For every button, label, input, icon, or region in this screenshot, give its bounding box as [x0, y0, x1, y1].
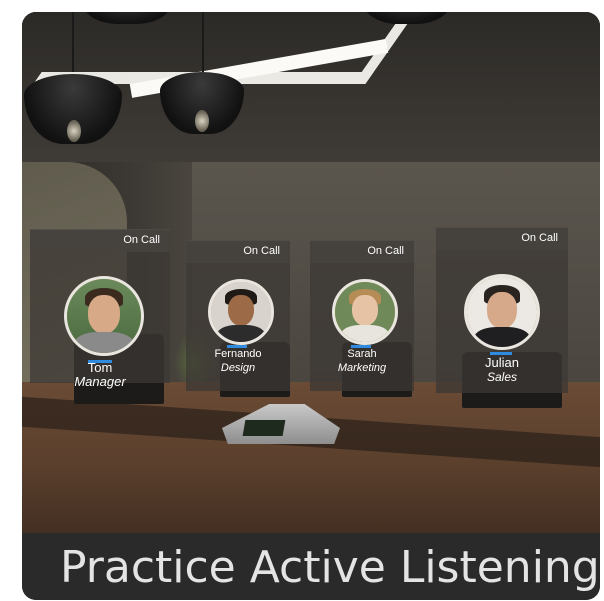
participant-name: Sarah [347, 348, 377, 360]
participant-role: Marketing [337, 362, 387, 374]
person-avatar-icon [208, 279, 274, 345]
bulb-icon [195, 110, 209, 132]
participant-name: Fernando [214, 348, 262, 360]
participant-card-julian[interactable]: On Call Julian Sales [436, 227, 568, 393]
participant-role: Sales [486, 370, 518, 384]
card-header: On Call [186, 241, 290, 263]
participant-name: Tom [87, 360, 113, 375]
participant-card-tom[interactable]: On Call Tom Manager [30, 229, 170, 389]
status-label: On Call [243, 245, 280, 257]
caption-title: Practice Active Listening [60, 542, 600, 593]
card-header: On Call [436, 228, 568, 250]
participant-name: Julian [485, 355, 519, 370]
status-label: On Call [521, 232, 558, 244]
card-header: On Call [30, 230, 170, 252]
speakerphone-screen [242, 420, 286, 436]
person-avatar-icon [464, 274, 540, 350]
bulb-icon [67, 120, 81, 142]
participant-card-sarah[interactable]: On Call Sarah Marketing [310, 240, 414, 391]
lamp-cord [202, 12, 204, 72]
card-header: On Call [310, 241, 414, 263]
participant-card-fernando[interactable]: On Call Fernando Design [186, 240, 290, 391]
vr-meeting-scene: On Call Tom Manager On Call Fernando Des… [22, 12, 600, 600]
status-label: On Call [123, 234, 160, 246]
person-avatar-icon [64, 276, 144, 356]
lamp-cord [72, 12, 74, 72]
status-label: On Call [367, 245, 404, 257]
participant-role: Design [220, 362, 256, 374]
person-avatar-icon [332, 279, 398, 345]
participant-role: Manager [74, 374, 126, 389]
